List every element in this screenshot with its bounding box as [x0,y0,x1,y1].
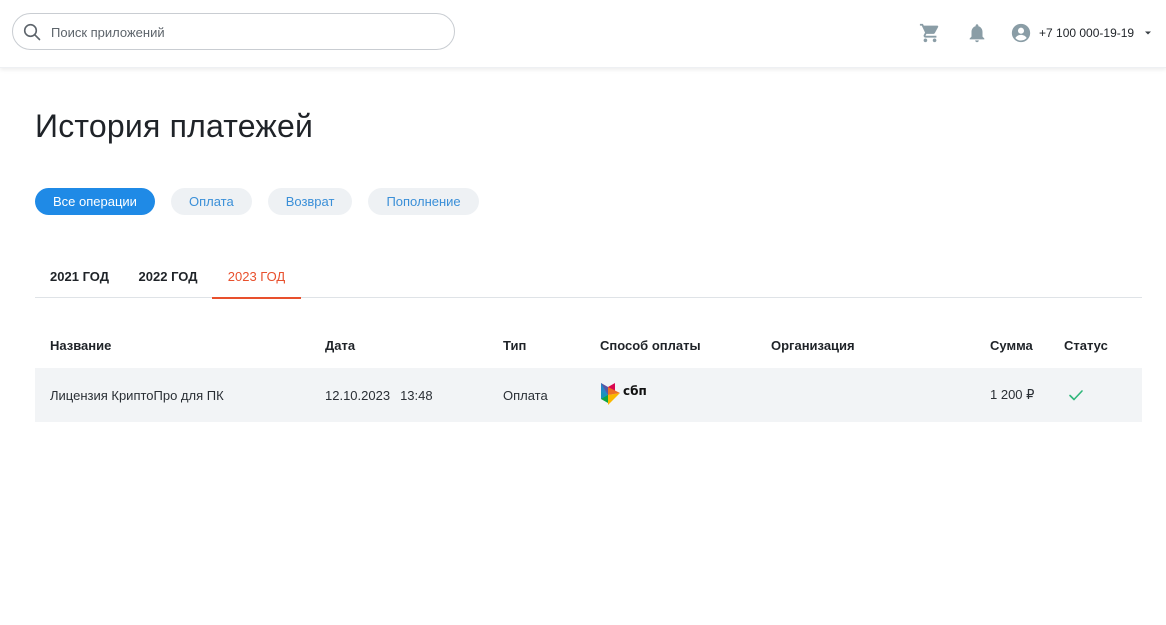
sbp-logo-icon: сбп [600,381,647,407]
payment-type: Оплата [503,387,548,403]
page-title: История платежей [35,108,314,144]
column-header-type: Тип [503,337,527,353]
filter-payment[interactable]: Оплата [170,188,252,215]
column-header-organization: Организация [771,337,855,353]
top-bar: +7 100 000-19-19 [0,0,1166,68]
filter-top-up[interactable]: Пополнение [368,188,479,215]
search-icon [23,23,41,41]
payments-table: Название Дата Тип Способ оплаты Организа… [35,322,1142,422]
search-input[interactable] [51,22,441,42]
account-icon [1011,23,1031,43]
column-header-payment-method: Способ оплаты [600,337,701,353]
column-header-name: Название [50,337,112,353]
table-header: Название Дата Тип Способ оплаты Организа… [35,322,1142,368]
payment-status [1064,368,1085,422]
column-header-status: Статус [1064,337,1108,353]
payment-datetime: 12.10.2023 13:48 [325,368,433,422]
payment-name: Лицензия КриптоПро для ПК [50,387,224,403]
year-tabs: 2021 ГОД 2022 ГОД 2023 ГОД [35,258,1142,299]
sbp-mark-icon [601,382,620,405]
column-header-amount: Сумма [990,337,1033,353]
filter-all-operations[interactable]: Все операции [35,188,155,215]
column-header-date: Дата [325,337,356,353]
tab-year-2022[interactable]: 2022 ГОД [124,258,212,298]
search-box[interactable] [12,13,455,50]
check-icon [1069,390,1083,401]
bell-icon[interactable] [966,22,988,44]
operation-filters: Все операции Оплата Возврат Пополнение [35,188,479,215]
chevron-down-icon [1145,31,1152,35]
sbp-logo-text: сбп [623,383,647,398]
filter-refund[interactable]: Возврат [267,188,353,215]
tab-year-2023[interactable]: 2023 ГОД [212,258,301,299]
user-phone: +7 100 000-19-19 [1039,26,1135,40]
payment-method: сбп [600,368,647,422]
tab-year-2021[interactable]: 2021 ГОД [35,258,124,298]
cart-icon[interactable] [919,22,941,44]
payment-amount: 1 200 ₽ [990,387,1035,402]
table-row[interactable]: Лицензия КриптоПро для ПК 12.10.2023 13:… [35,368,1142,422]
user-menu[interactable]: +7 100 000-19-19 [1010,20,1152,46]
payment-time: 13:48 [400,387,433,403]
payment-date: 12.10.2023 [325,387,391,403]
